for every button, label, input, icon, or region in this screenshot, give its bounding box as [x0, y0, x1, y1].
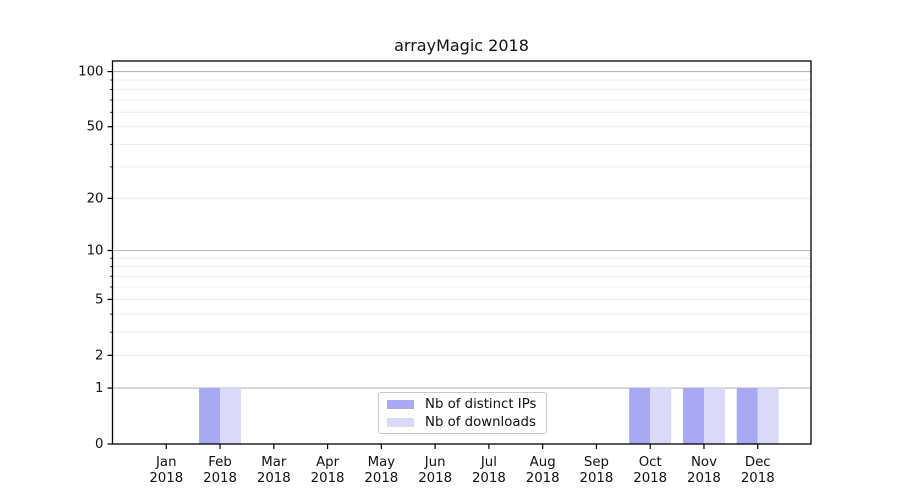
chart-page: 0 1 2 5 10 20 50 100 Jan2018 Feb2018 Mar2018 Apr20… [0, 0, 900, 500]
y-tick-label: 50 [87, 120, 104, 135]
y-tick-label: 20 [87, 191, 104, 206]
bar [199, 388, 220, 444]
bar [737, 388, 758, 444]
y-tick-label: 10 [87, 244, 104, 259]
distinct-ips-swatch-icon [387, 400, 414, 409]
plot-border [113, 61, 812, 444]
x-tick-label: Dec2018 [741, 455, 775, 486]
chart-title: arrayMagic 2018 [112, 36, 811, 55]
axes-frame [113, 61, 812, 444]
bar [650, 388, 671, 444]
y-tick-label: 1 [95, 381, 103, 396]
legend: Nb of distinct IPs Nb of downloads [378, 392, 547, 434]
y-axis-ticks: 0 1 2 5 10 20 50 100 [78, 65, 112, 452]
x-axis-ticks: Jan2018 Feb2018 Mar2018 Apr2018 May2018 Jun20… [149, 444, 774, 486]
legend-label: Nb of downloads [425, 415, 536, 430]
bar [683, 388, 704, 444]
y-tick-label: 5 [95, 292, 103, 307]
bar [704, 388, 725, 444]
x-tick-label: Jul2018 [472, 455, 506, 486]
y-tick-label: 100 [78, 65, 103, 80]
x-tick-label: Jun2018 [418, 455, 452, 486]
bar [220, 388, 241, 444]
legend-item-distinct-ips: Nb of distinct IPs [387, 397, 546, 412]
x-tick-label: Apr2018 [311, 455, 345, 486]
y-tick-label: 2 [95, 348, 103, 363]
major-gridlines [113, 72, 812, 388]
bar [758, 388, 779, 444]
x-tick-label: Sep2018 [580, 455, 614, 486]
downloads-swatch-icon [387, 418, 414, 427]
x-tick-label: Feb2018 [203, 455, 237, 486]
x-tick-label: Oct2018 [633, 455, 667, 486]
x-tick-label: Jan2018 [149, 455, 183, 486]
x-tick-label: Nov2018 [687, 455, 721, 486]
minor-gridlines [113, 80, 812, 355]
legend-label: Nb of distinct IPs [425, 397, 536, 412]
y-tick-label: 0 [95, 437, 103, 452]
x-tick-label: Mar2018 [257, 455, 291, 486]
legend-item-downloads: Nb of downloads [387, 415, 546, 430]
bar [629, 388, 650, 444]
x-tick-label: May2018 [364, 455, 398, 486]
x-tick-label: Aug2018 [526, 455, 560, 486]
